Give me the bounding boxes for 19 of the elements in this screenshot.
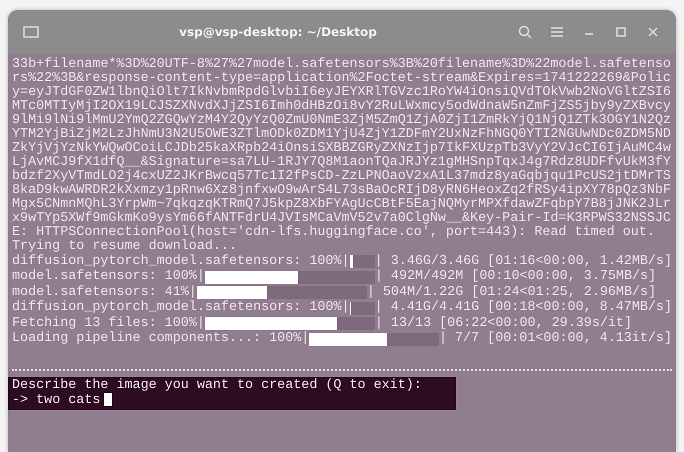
progress-detail: | 7/7 [00:01<00:00, 4.13it/s] bbox=[438, 332, 672, 346]
progress-label: Fetching 13 files: 100%| bbox=[12, 316, 205, 331]
progress-detail: | 492M/492M [00:10<00:00, 3.75MB/s] bbox=[374, 270, 656, 284]
prompt-question: Describe the image you want to created (Q to exit): bbox=[12, 379, 423, 393]
progress-detail: | 4.41G/4.41G [00:18<00:00, 8.47MB/s] bbox=[374, 301, 672, 316]
window-title: vsp@vsp-desktop: ~/Desktop bbox=[178, 25, 378, 39]
prompt-input[interactable]: two cats bbox=[36, 393, 100, 408]
status-line: Trying to resume download... bbox=[12, 240, 238, 254]
progress-label: model.safetensors: 41%| bbox=[12, 286, 197, 300]
text-cursor bbox=[104, 393, 112, 406]
progress-label: diffusion_pytorch_model.safetensors: 100%| bbox=[12, 301, 350, 316]
progress-label: model.safetensors: 100%| bbox=[12, 270, 205, 284]
progress-detail: | 3.46G/3.46G [01:16<00:00, 1.42MB/s] bbox=[374, 254, 672, 269]
error-log-text: 33b+filename*%3D%20UTF-8%27%27model.safetensors%3B%20filename%3D%22model.safetensors%22%3B&response-content-type=application%2Foctet-stream&Expires=1741222269&Policy=eyJTdGF0ZW1lbnQiOlt7IkNvbmRpdGlvbiI6eyJEYXRlTGVzc1RoYW4iOnsiQVdTOkVwb2NoVGltZSI6MTc0MTIyMjI2OX19LCJSZXNvdXJjZSI6Imh0dHBzOi8vY2RuLWxmcy5odWdnaW5nZmFjZS5jby9yZXBvcy9lMi9lNi9lMmU2YmQ2ZGQwYzM4Y2QyYzQ0ZmU0NmE3ZjM5ZmQ1ZjA0ZjI1ZmRkYjQ1NjQ1ZTk3OGY1N2QzYTM2YjBiZjM2LzJhNmU3N2U5OWE3ZTlmODk0ZDM1YjU4ZjY1ZDFmY2UxNzFhNGQ0YTI2NGUwNDc0ZDM5NDZkYjVjYzNkYWQwOCoiLCJDb25kaXRpb24iOnsiSXBBZGRyZXNzIjp7IkFXUzpTb3VyY2VJcCI6IjAuMC4wLjAvMCJ9fX1dfQ__&Signature=sa7LU-1RJY7Q8M1aonTQaJRJYz1gMHSnpTqxJ4g7Rdz8UDFfvUkM3fYbdzf2XyVTmdLO2j4cxUZ2JKrBwcq57Tc1I2fPsCD-ZzLPNOaoV2xA1L37mdz8yaGqbjqu1PcUS2jtDMrTS8kaD9kwAWRDR2kXxmzy1pRnw6Xz8jnfxwO9wArS4L73sBaOcRIjD8yRN6HeoxZq2fRSy4ipXY78pQz3NbFMgx5CNmnMQhL3YrpWm~7qkqzqKTRmQ7J5kpZ8XbFYAgUcCBtF5EajNQMyrMPXfdawZFqbpY7B8jJNK2JLrx9wTYp5XWf9mGkmKo9ysYm66fANTFdrU4JVIsMCaVmV52v7a0ClgNw__&Key-Pair-Id=K3RPWS32NSSJCE: HTTPSConnectionPool(host='cdn-lfs.huggingface.co', port=443): Read timed out. bbox=[12, 58, 672, 240]
progress-label: Loading pipeline components...: 100%| bbox=[12, 332, 310, 346]
prompt-arrow: -> bbox=[12, 393, 28, 408]
progress-detail: | 504M/1.22G [01:24<01:25, 2.96MB/s] bbox=[366, 286, 656, 300]
progress-detail: | 13/13 [06:22<00:00, 29.39s/it] bbox=[374, 316, 632, 331]
progress-label: diffusion_pytorch_model.safetensors: 100%| bbox=[12, 254, 350, 269]
